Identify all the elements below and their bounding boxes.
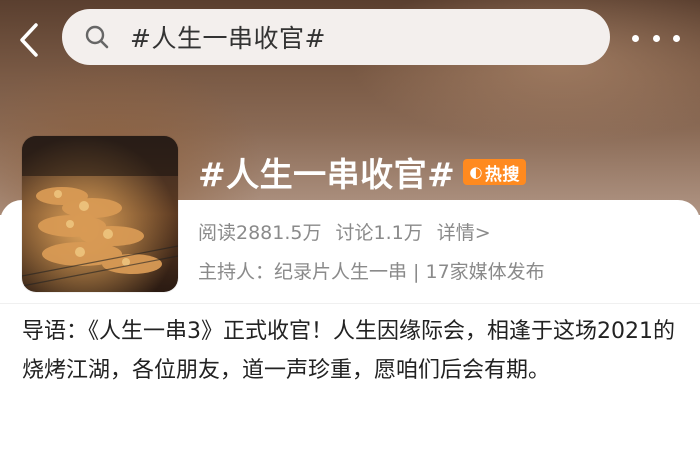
more-icon-dot — [652, 34, 660, 42]
hot-search-label: 热搜 — [484, 164, 520, 185]
read-count: 阅读2881.5万 — [198, 222, 322, 244]
topic-stats: 阅读2881.5万 讨论1.1万 详情> — [198, 218, 491, 245]
search-input[interactable]: #人生一串收官# — [62, 9, 610, 65]
back-button[interactable] — [14, 20, 44, 60]
topic-thumbnail — [22, 136, 178, 292]
more-icon-dot — [673, 34, 680, 42]
divider — [0, 303, 700, 304]
search-icon — [84, 23, 112, 51]
topic-title-text: #人生一串收官# — [198, 155, 456, 194]
discussion-count: 讨论1.1万 — [335, 222, 423, 244]
hot-search-badge[interactable]: ◐ 热搜 — [463, 159, 526, 185]
more-button[interactable] — [632, 24, 680, 52]
more-icon-dot — [632, 34, 639, 42]
topic-intro: 导语：《人生一串3》正式收官！人生因缘际会，相逢于这场2021的烧烤江湖，各位朋… — [22, 319, 675, 383]
hot-search-icon: ◐ — [469, 163, 483, 181]
top-bar: #人生一串收官# — [0, 0, 700, 80]
host-info[interactable]: 主持人：纪录片人生一串 | 17家媒体发布 — [198, 257, 545, 284]
topic-title: #人生一串收官# ◐ 热搜 — [198, 148, 526, 196]
search-query: #人生一串收官# — [130, 24, 326, 53]
details-link[interactable]: 详情> — [437, 218, 491, 245]
chevron-left-icon — [20, 23, 38, 57]
